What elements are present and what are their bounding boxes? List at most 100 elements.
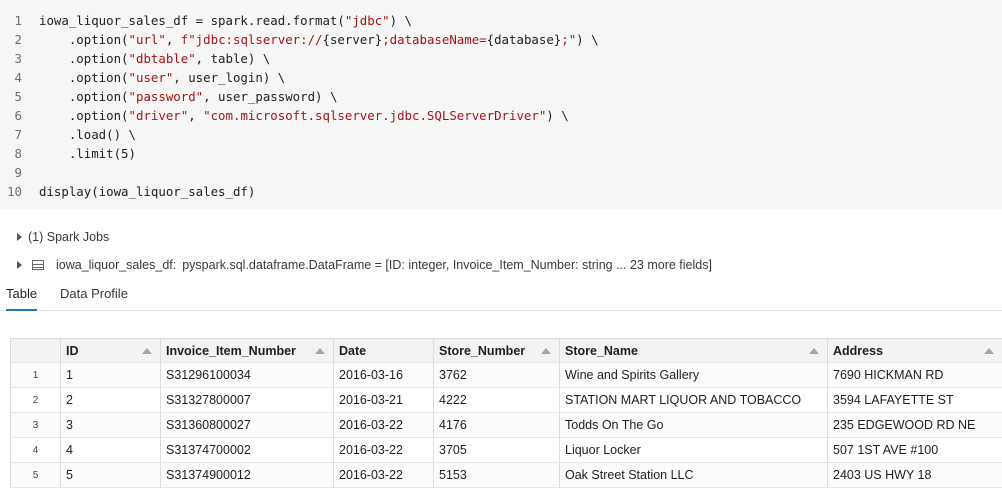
table-cell[interactable]: 2016-03-22 (333, 462, 434, 488)
code-token: .option( (39, 70, 129, 85)
line-number: 5 (14, 89, 22, 104)
sort-arrow-icon[interactable] (142, 348, 152, 354)
sort-arrow-icon[interactable] (541, 348, 551, 354)
row-number: 1 (10, 362, 61, 388)
sort-arrow-icon[interactable] (315, 348, 325, 354)
table-row[interactable]: 4 4 S31374700002 2016-03-22 3705 Liquor Locke… (10, 437, 1002, 463)
code-token: {database} (486, 32, 562, 47)
code-text: .option("user", user_login) \ (22, 68, 285, 87)
code-editor[interactable]: 1 iowa_liquor_sales_df = spark.read.forma… (0, 11, 1002, 201)
code-line[interactable]: 7 .load() \ (0, 125, 1002, 144)
table-cell[interactable]: S31374700002 (160, 437, 334, 463)
table-row[interactable]: 2 2 S31327800007 2016-03-21 4222 STATION MART… (10, 387, 1002, 413)
table-cell[interactable]: 3762 (433, 362, 560, 388)
code-token: ) \ (576, 32, 599, 47)
table-cell[interactable]: 4222 (433, 387, 560, 413)
table-cell[interactable]: 235 EDGEWOOD RD NE (827, 412, 1002, 438)
code-line[interactable]: 2 .option("url", f"jdbc:sqlserver://{ser… (0, 30, 1002, 49)
code-text: .option("password", user_password) \ (22, 87, 338, 106)
code-token: .load() \ (39, 127, 136, 142)
table-cell[interactable]: S31296100034 (160, 362, 334, 388)
table-cell[interactable]: Liquor Locker (559, 437, 828, 463)
table-cell[interactable]: S31327800007 (160, 387, 334, 413)
table-cell[interactable]: 3594 LAFAYETTE ST (827, 387, 1002, 413)
table-cell[interactable]: 2016-03-16 (333, 362, 434, 388)
table-cell[interactable]: 1 (60, 362, 161, 388)
code-line[interactable]: 9 (0, 163, 1002, 182)
column-header[interactable]: Date (333, 338, 434, 363)
code-line[interactable]: 6 .option("driver", "com.microsoft.sqlse… (0, 106, 1002, 125)
table-cell[interactable]: Todds On The Go (559, 412, 828, 438)
table-cell[interactable]: STATION MART LIQUOR AND TOBACCO (559, 387, 828, 413)
tab-table[interactable]: Table (6, 286, 38, 311)
dataframe-schema-toggle[interactable]: iowa_liquor_sales_df: pyspark.sql.datafr… (17, 255, 712, 275)
dataframe-type: pyspark.sql.dataframe.DataFrame = [ID: i… (182, 258, 712, 272)
code-token: ) \ (389, 13, 413, 28)
sort-arrow-icon[interactable] (984, 348, 994, 354)
code-token: .limit(5) (39, 146, 136, 161)
row-number-header (10, 338, 61, 363)
code-token: "driver" (128, 108, 189, 123)
code-token: "com.microsoft.sqlserver.jdbc.SQLServerD… (203, 108, 547, 123)
code-line[interactable]: 10 display(iowa_liquor_sales_df) (0, 182, 1002, 201)
spark-jobs-toggle[interactable]: (1) Spark Jobs (17, 227, 109, 247)
table-cell[interactable]: 2016-03-21 (333, 387, 434, 413)
table-cell[interactable]: 3705 (433, 437, 560, 463)
column-header[interactable]: Store_Name (559, 338, 828, 363)
table-cell[interactable]: S31360800027 (160, 412, 334, 438)
code-token: ;databaseName= (382, 32, 487, 47)
code-token: .option( (39, 51, 129, 66)
code-line[interactable]: 4 .option("user", user_login) \ (0, 68, 1002, 87)
code-token: .option( (39, 89, 129, 104)
expand-triangle-icon[interactable] (17, 261, 22, 269)
tab-data-profile[interactable]: Data Profile (60, 286, 128, 309)
column-header[interactable]: Invoice_Item_Number (160, 338, 334, 363)
table-row[interactable]: 3 3 S31360800027 2016-03-22 4176 Todds On The… (10, 412, 1002, 438)
dataframe-name: iowa_liquor_sales_df: (56, 258, 177, 272)
table-cell[interactable]: 2016-03-22 (333, 412, 434, 438)
code-token: , user_password) \ (203, 89, 338, 104)
code-text: display(iowa_liquor_sales_df) (22, 182, 255, 201)
row-number: 4 (10, 437, 61, 463)
row-number: 2 (10, 387, 61, 413)
table-cell[interactable]: 2403 US HWY 18 (827, 462, 1002, 488)
table-row[interactable]: 5 5 S31374900012 2016-03-22 5153 Oak Street S… (10, 462, 1002, 488)
code-token: .option( (39, 108, 129, 123)
column-header[interactable]: Store_Number (433, 338, 560, 363)
code-token: f"jdbc:sqlserver:// (180, 32, 323, 47)
expand-triangle-icon[interactable] (17, 233, 22, 241)
line-number: 8 (14, 146, 22, 161)
code-line[interactable]: 3 .option("dbtable", table) \ (0, 49, 1002, 68)
column-header[interactable]: ID (60, 338, 161, 363)
table-row[interactable]: 1 1 S31296100034 2016-03-16 3762 Wine and Spi… (10, 362, 1002, 388)
table-cell[interactable]: 5153 (433, 462, 560, 488)
table-cell[interactable]: 507 1ST AVE #100 (827, 437, 1002, 463)
code-line[interactable]: 8 .limit(5) (0, 144, 1002, 163)
code-text: .option("dbtable", table) \ (22, 49, 270, 68)
table-cell[interactable]: S31374900012 (160, 462, 334, 488)
line-number: 10 (7, 184, 22, 199)
table-cell[interactable]: Wine and Spirits Gallery (559, 362, 828, 388)
column-header[interactable]: Address (827, 338, 1002, 363)
sort-arrow-icon[interactable] (809, 348, 819, 354)
table-cell[interactable]: Oak Street Station LLC (559, 462, 828, 488)
code-line[interactable]: 1 iowa_liquor_sales_df = spark.read.forma… (0, 11, 1002, 30)
code-token: ;" (561, 32, 577, 47)
output-tabs: Table Data Profile (0, 280, 1002, 311)
table-cell[interactable]: 2016-03-22 (333, 437, 434, 463)
table-cell[interactable]: 7690 HICKMAN RD (827, 362, 1002, 388)
table-cell[interactable]: 4176 (433, 412, 560, 438)
table-cell[interactable]: 3 (60, 412, 161, 438)
code-token: , (165, 32, 181, 47)
code-text: .limit(5) (22, 144, 136, 163)
code-token: {server} (322, 32, 383, 47)
table-cell[interactable]: 5 (60, 462, 161, 488)
row-number: 5 (10, 462, 61, 488)
code-line[interactable]: 5 .option("password", user_password) \ (0, 87, 1002, 106)
table-cell[interactable]: 2 (60, 387, 161, 413)
table-cell[interactable]: 4 (60, 437, 161, 463)
line-number: 4 (14, 70, 22, 85)
line-number: 2 (14, 32, 22, 47)
code-text: .option("url", f"jdbc:sqlserver://{serve… (22, 30, 599, 49)
code-cell[interactable]: 1 iowa_liquor_sales_df = spark.read.forma… (0, 0, 1002, 209)
